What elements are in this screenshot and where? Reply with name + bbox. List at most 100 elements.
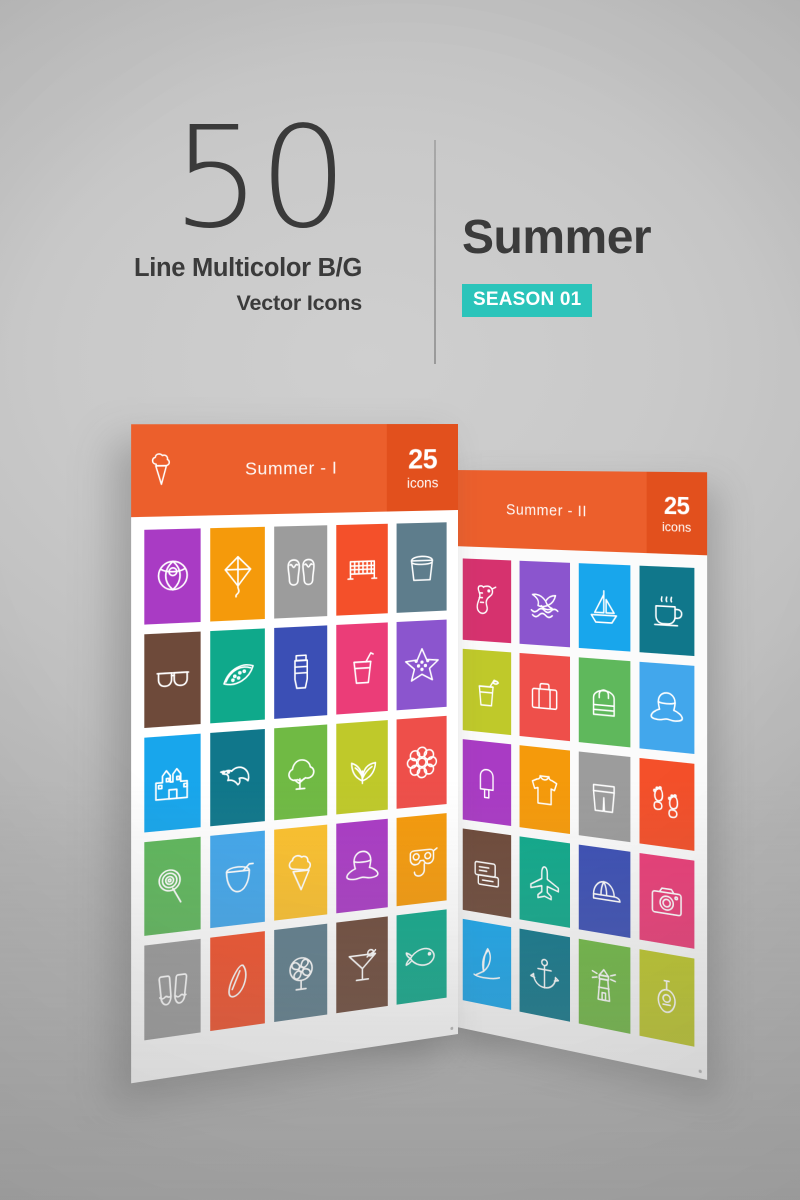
- icon-tile[interactable]: [519, 560, 570, 648]
- icon-tile[interactable]: [210, 729, 265, 827]
- beach-ball-icon: [144, 528, 200, 624]
- shorts-icon: [578, 751, 630, 843]
- panel-title: Summer - II: [506, 500, 588, 520]
- panel-corner-dot: [698, 1069, 702, 1074]
- icon-tile[interactable]: [519, 928, 570, 1022]
- airplane-icon: [519, 837, 569, 928]
- panel-summer-1: Summer - I 25 icons: [131, 424, 458, 1084]
- icon-set-mockup: Summer - II 25 icons Summer - I 25 icons: [0, 0, 800, 1200]
- icon-tile[interactable]: [639, 757, 695, 852]
- sunglasses-icon: [144, 631, 200, 728]
- panel-summer-2: Summer - II 25 icons: [452, 470, 708, 1080]
- fan-icon: [274, 924, 327, 1022]
- icon-tile[interactable]: [396, 522, 447, 613]
- tree-icon: [274, 725, 327, 820]
- icon-tile[interactable]: [274, 624, 328, 720]
- ice-cream-cone-icon: [274, 824, 327, 921]
- icon-tile[interactable]: [144, 528, 201, 625]
- leaves-icon: [336, 720, 388, 814]
- kite-icon: [210, 527, 265, 621]
- icon-tile[interactable]: [578, 657, 631, 747]
- icon-tile[interactable]: [336, 916, 388, 1014]
- icon-tile[interactable]: [210, 526, 265, 622]
- tshirt-icon: [519, 745, 569, 835]
- icon-tile[interactable]: [396, 619, 447, 711]
- flip-flops-icon: [274, 525, 327, 618]
- camera-icon: [640, 853, 695, 949]
- icon-tile[interactable]: [578, 751, 631, 843]
- sailboat-icon: [578, 563, 630, 651]
- flower-icon: [397, 716, 447, 809]
- fish-icon: [397, 910, 447, 1005]
- icon-tile[interactable]: [462, 738, 511, 827]
- sunscreen-tube-icon: [274, 625, 327, 719]
- icon-tile[interactable]: [462, 648, 511, 735]
- icon-grid: [131, 510, 458, 1055]
- icon-tile[interactable]: [336, 720, 388, 815]
- icon-tile[interactable]: [578, 844, 631, 939]
- icon-tile[interactable]: [144, 631, 201, 729]
- icon-tile[interactable]: [462, 558, 511, 643]
- icon-tile[interactable]: [274, 525, 328, 619]
- seagull-icon: [210, 729, 265, 826]
- icon-tile[interactable]: [274, 824, 328, 922]
- panel-count-number: 25: [408, 443, 438, 475]
- icon-tile[interactable]: [144, 733, 201, 833]
- coconut-drink-icon: [210, 830, 265, 928]
- icon-tile[interactable]: [396, 716, 447, 809]
- sandcastle-icon: [144, 734, 200, 832]
- icon-tile[interactable]: [462, 919, 511, 1010]
- starfish-icon: [397, 619, 447, 710]
- panel-icon-count: 25 icons: [646, 471, 708, 556]
- panel-banner: Summer - II 25 icons: [452, 470, 708, 556]
- icon-tile[interactable]: [210, 830, 265, 929]
- sun-hat-icon: [336, 819, 388, 914]
- icon-tile[interactable]: [144, 836, 201, 937]
- icon-tile[interactable]: [144, 939, 201, 1041]
- sun-hat-icon: [640, 662, 695, 754]
- icon-grid: [452, 546, 707, 1065]
- icon-tile[interactable]: [336, 622, 388, 715]
- poster-canvas: 50 Line Multicolor B/G Vector Icons Summ…: [0, 0, 800, 1200]
- panel-corner-dot: [450, 1026, 454, 1031]
- icon-tile[interactable]: [639, 565, 695, 656]
- icon-tile[interactable]: [336, 523, 388, 616]
- sand-bucket-icon: [397, 522, 447, 612]
- icon-tile[interactable]: [274, 924, 328, 1022]
- popsicle-icon: [463, 739, 511, 827]
- volleyball-net-icon: [336, 524, 388, 615]
- ice-cream-cone-icon: [131, 452, 192, 489]
- panel-count-label: icons: [406, 474, 439, 491]
- icon-tile[interactable]: [578, 563, 631, 652]
- icon-tile[interactable]: [274, 724, 328, 821]
- anchor-icon: [519, 929, 569, 1022]
- panel-banner: Summer - I 25 icons: [131, 424, 458, 518]
- icon-tile[interactable]: [519, 652, 570, 741]
- ticket-stack-icon: [463, 829, 511, 918]
- panel-title: Summer - I: [245, 458, 338, 479]
- icon-tile[interactable]: [210, 627, 265, 724]
- icon-tile[interactable]: [336, 818, 388, 914]
- dolphin-icon: [519, 561, 569, 647]
- surfboard-icon: [210, 932, 265, 1031]
- juice-glass-icon: [463, 649, 511, 735]
- backpack-icon: [578, 657, 630, 747]
- icon-tile[interactable]: [519, 836, 570, 928]
- icon-tile[interactable]: [639, 661, 695, 754]
- icon-tile[interactable]: [639, 853, 695, 949]
- windsurf-icon: [463, 919, 511, 1010]
- footprints-icon: [640, 758, 695, 852]
- icon-tile[interactable]: [578, 938, 631, 1034]
- icon-tile[interactable]: [396, 909, 447, 1005]
- icon-tile[interactable]: [210, 931, 265, 1032]
- cocktail-icon: [336, 917, 388, 1013]
- ukulele-icon: [640, 949, 695, 1046]
- icon-tile[interactable]: [519, 744, 570, 835]
- icon-tile[interactable]: [396, 812, 447, 907]
- icon-tile[interactable]: [462, 828, 511, 919]
- suitcase-icon: [519, 653, 569, 741]
- icon-tile[interactable]: [639, 949, 695, 1047]
- diving-mask-icon: [397, 813, 447, 907]
- lighthouse-icon: [578, 939, 630, 1034]
- cap-icon: [578, 845, 630, 938]
